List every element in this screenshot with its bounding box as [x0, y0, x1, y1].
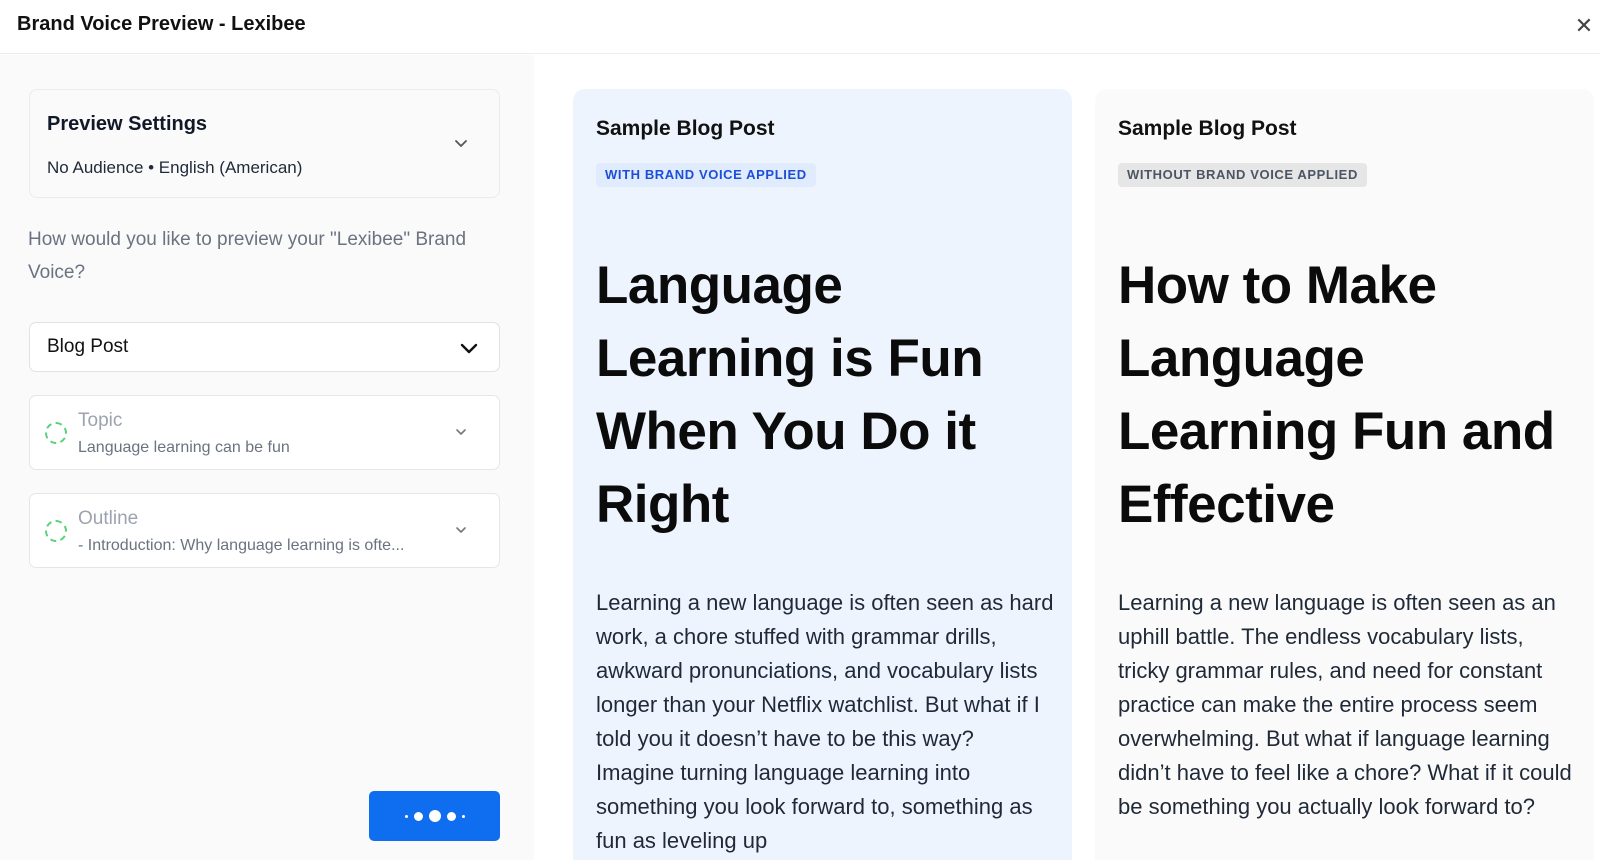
blog-body: Learning a new language is often seen as…	[596, 590, 1054, 853]
preview-without-brand-voice: Sample Blog Post WITHOUT BRAND VOICE APP…	[1095, 89, 1594, 860]
preview-title: Sample Blog Post	[1118, 117, 1297, 140]
preview-settings-card[interactable]: Preview Settings No Audience • English (…	[29, 89, 500, 198]
status-badge: WITH BRAND VOICE APPLIED	[596, 163, 816, 187]
loading-spinner-icon	[45, 520, 67, 542]
content-type-select[interactable]: Blog Post	[29, 322, 500, 372]
outline-field[interactable]: Outline - Introduction: Why language lea…	[29, 493, 500, 568]
chevron-down-icon	[452, 521, 470, 539]
topic-field[interactable]: Topic Language learning can be fun	[29, 395, 500, 470]
chevron-down-icon	[452, 423, 470, 441]
chevron-down-icon[interactable]	[452, 134, 470, 152]
window-title: Brand Voice Preview - Lexibee	[17, 13, 306, 35]
blog-headline: Language Learning is Fun When You Do it …	[596, 256, 984, 534]
outline-label: Outline	[78, 508, 139, 529]
settings-panel: Preview Settings No Audience • English (…	[0, 55, 534, 860]
status-badge: WITHOUT BRAND VOICE APPLIED	[1118, 163, 1367, 187]
preview-settings-summary: No Audience • English (American)	[47, 158, 303, 177]
content-type-value: Blog Post	[47, 336, 129, 357]
close-icon[interactable]: ✕	[1570, 12, 1598, 40]
title-bar: Brand Voice Preview - Lexibee ✕	[0, 0, 1600, 54]
chevron-down-icon	[457, 336, 481, 360]
outline-value: - Introduction: Why language learning is…	[78, 537, 405, 554]
preview-with-brand-voice: Sample Blog Post WITH BRAND VOICE APPLIE…	[573, 89, 1072, 860]
blog-headline: How to Make Language Learning Fun and Ef…	[1118, 256, 1555, 534]
blog-body: Learning a new language is often seen as…	[1118, 590, 1572, 819]
generate-button[interactable]	[369, 791, 500, 841]
preview-title: Sample Blog Post	[596, 117, 775, 140]
topic-label: Topic	[78, 410, 123, 431]
preview-question: How would you like to preview your "Lexi…	[28, 229, 467, 283]
topic-value: Language learning can be fun	[78, 439, 290, 456]
loading-dots-icon	[369, 791, 500, 841]
loading-spinner-icon	[45, 422, 67, 444]
preview-settings-title: Preview Settings	[47, 113, 208, 135]
